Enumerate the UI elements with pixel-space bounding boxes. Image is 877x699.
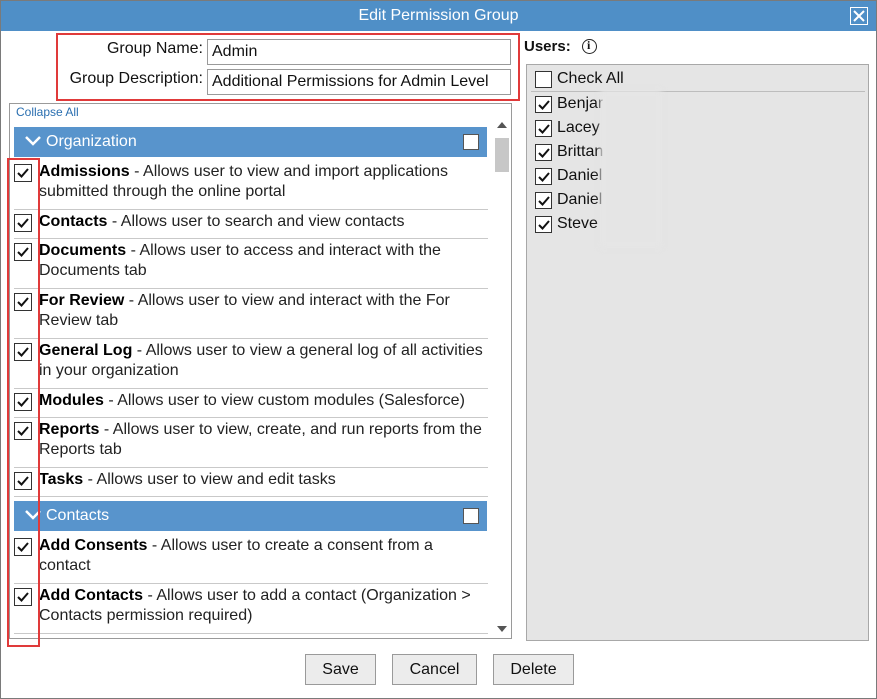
delete-button[interactable]: Delete <box>493 654 574 685</box>
info-icon[interactable]: i <box>582 38 597 54</box>
permission-text: For Review - Allows user to view and int… <box>39 291 484 331</box>
user-checkbox[interactable] <box>535 192 552 209</box>
users-panel: Check All Benjar Lacey Brittan Daniel Da… <box>526 64 869 641</box>
scroll-up-arrow-icon[interactable] <box>497 122 507 128</box>
permissions-scrollbar[interactable] <box>493 118 511 638</box>
permission-text: Add Contacts - Allows user to add a cont… <box>39 586 484 626</box>
collapse-all-link[interactable]: Collapse All <box>16 105 79 119</box>
permission-desc: - Allows user to view custom modules (Sa… <box>103 392 465 409</box>
close-icon[interactable] <box>850 7 868 25</box>
dialog-titlebar: Edit Permission Group <box>1 1 876 31</box>
user-checkbox[interactable] <box>535 120 552 137</box>
permission-row: For Review - Allows user to view and int… <box>14 289 488 339</box>
user-name: Brittan <box>557 143 604 160</box>
users-divider <box>531 91 865 92</box>
permission-text: Contacts - Allows user to search and vie… <box>39 212 484 232</box>
group-description-label: Group Description: <box>69 70 203 87</box>
group-header-contacts[interactable]: Contacts <box>14 501 487 531</box>
permission-name: Reports <box>39 421 100 438</box>
permission-row: General Log - Allows user to view a gene… <box>14 339 488 389</box>
chevron-down-icon <box>25 136 41 146</box>
permission-row: Add Contacts - Allows user to add a cont… <box>14 584 488 634</box>
permission-name: General Log <box>39 342 133 359</box>
permission-name: Documents <box>39 242 127 259</box>
checkmark-icon <box>538 100 550 110</box>
permission-name: Admissions <box>39 163 130 180</box>
user-checkbox[interactable] <box>535 96 552 113</box>
scroll-down-arrow-icon[interactable] <box>497 626 507 632</box>
permission-row: Reports - Allows user to view, create, a… <box>14 418 488 468</box>
permission-name: Contacts <box>39 213 108 230</box>
permissions-panel[interactable]: Collapse All Organization Admissions - A… <box>9 103 512 639</box>
permission-row: Modules - Allows user to view custom mod… <box>14 389 488 418</box>
group-title: Contacts <box>46 507 110 524</box>
group-header-organization[interactable]: Organization <box>14 127 487 157</box>
checkmark-icon <box>538 196 550 206</box>
group-description-input[interactable]: Additional Permissions for Admin Level <box>207 69 511 95</box>
users-label: Users: <box>524 38 571 55</box>
permission-text: Reports - Allows user to view, create, a… <box>39 420 484 460</box>
user-checkbox[interactable] <box>535 168 552 185</box>
user-name: Daniel <box>557 191 603 208</box>
permission-text: Admissions - Allows user to view and imp… <box>39 162 484 202</box>
permission-desc: - Allows user to view and edit tasks <box>83 471 336 488</box>
checkmark-icon <box>538 220 550 230</box>
permission-desc: - Allows user to search and view contact… <box>107 213 405 230</box>
checkmark-icon <box>538 148 550 158</box>
permission-text: Modules - Allows user to view custom mod… <box>39 391 484 411</box>
permission-name: Tasks <box>39 471 84 488</box>
group-checkbox[interactable] <box>463 134 479 150</box>
scroll-thumb[interactable] <box>495 138 509 172</box>
group-name-input[interactable]: Admin <box>207 39 511 65</box>
permission-text: Documents - Allows user to access and in… <box>39 241 484 281</box>
cancel-button[interactable]: Cancel <box>392 654 477 685</box>
group-checkbox[interactable] <box>463 508 479 524</box>
permission-name: For Review <box>39 292 125 309</box>
permission-row: Admissions - Allows user to view and imp… <box>14 160 488 210</box>
permission-row: Tasks - Allows user to view and edit tas… <box>14 468 488 497</box>
user-name: Lacey <box>557 119 600 136</box>
group-name-label: Group Name: <box>106 40 203 57</box>
permission-row: Documents - Allows user to access and in… <box>14 239 488 289</box>
user-name: Daniel <box>557 167 603 184</box>
group-title: Organization <box>46 133 137 150</box>
permission-row: Contacts - Allows user to search and vie… <box>14 210 488 239</box>
user-name: Steve <box>557 215 598 232</box>
edit-permission-group-dialog: Edit Permission Group Group Name: Admin … <box>0 0 877 699</box>
checkbox-column-highlight <box>7 158 40 647</box>
check-all-checkbox[interactable] <box>535 71 552 88</box>
user-name: Benjar <box>557 95 604 112</box>
checkmark-icon <box>538 124 550 134</box>
user-checkbox[interactable] <box>535 216 552 233</box>
check-all-label: Check All <box>557 70 624 87</box>
permission-text: General Log - Allows user to view a gene… <box>39 341 484 381</box>
permission-desc: - Allows user to view, create, and run r… <box>39 421 482 458</box>
permission-text: Add Consents - Allows user to create a c… <box>39 536 484 576</box>
dialog-title: Edit Permission Group <box>358 7 519 24</box>
permission-name: Add Contacts <box>39 587 143 604</box>
checkmark-icon <box>538 172 550 182</box>
permission-text: Tasks - Allows user to view and edit tas… <box>39 470 484 490</box>
user-checkbox[interactable] <box>535 144 552 161</box>
redaction-blur <box>600 90 662 248</box>
permission-name: Modules <box>39 392 104 409</box>
save-button[interactable]: Save <box>305 654 376 685</box>
permission-row: Add Consents - Allows user to create a c… <box>14 534 488 584</box>
permission-name: Add Consents <box>39 537 148 554</box>
